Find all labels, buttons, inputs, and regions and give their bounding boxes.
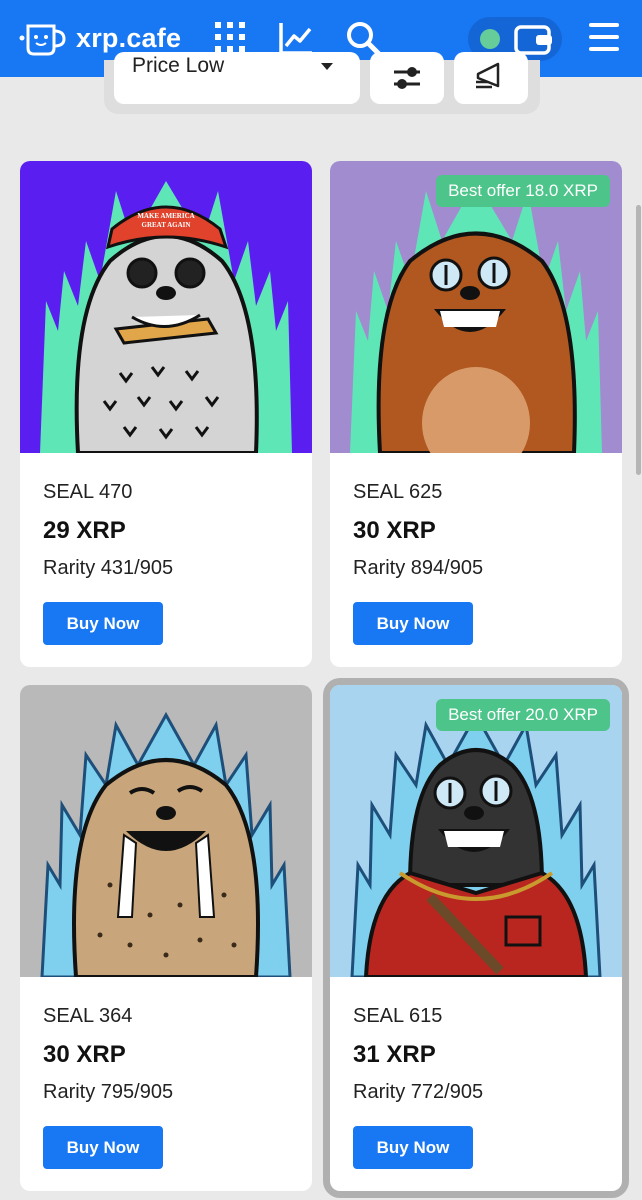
hat-text-line-2: GREAT AGAIN [142,221,191,229]
wallet-icon [514,25,552,55]
nft-rarity: Rarity 431/905 [43,557,174,579]
seal-in-red-jacket-image[interactable]: Best offer 20.0 XRP [330,685,622,977]
hat-text-line-1: MAKE AMERICA [137,212,194,220]
seal-with-red-cap-image[interactable]: MAKE AMERICA GREAT AGAIN [20,161,312,453]
sort-select-value: Price Low [132,54,225,77]
buy-now-button[interactable]: Buy Now [43,1126,163,1169]
nft-card-selected[interactable]: Best offer 20.0 XRP SEAL 615 31 XRP Rari… [330,685,622,1191]
filters-button[interactable] [370,52,444,104]
nft-price: 29 XRP [43,517,126,544]
filter-bar: Price Low [104,52,540,114]
nft-card[interactable]: MAKE AMERICA GREAT AGAIN SEAL 470 29 XRP… [20,161,312,667]
nft-card[interactable]: Best offer 18.0 XRP SEAL 625 30 XRP Rari… [330,161,622,667]
buy-now-button[interactable]: Buy Now [353,1126,473,1169]
cup-icon [19,24,66,56]
buy-now-button[interactable]: Buy Now [353,602,473,645]
nft-price: 30 XRP [353,517,436,544]
menu-icon[interactable] [588,22,620,52]
nft-price: 30 XRP [43,1041,126,1068]
nft-card[interactable]: SEAL 364 30 XRP Rarity 795/905 Buy Now [20,685,312,1191]
status-dot-icon [480,29,500,49]
buy-now-button[interactable]: Buy Now [43,602,163,645]
page-scrollbar[interactable] [636,205,641,475]
nft-rarity: Rarity 795/905 [43,1081,174,1103]
nft-name: SEAL 615 [353,1005,443,1027]
nft-name: SEAL 625 [353,481,443,503]
nft-rarity: Rarity 894/905 [353,557,484,579]
chart-icon[interactable] [278,20,314,56]
announce-button[interactable] [454,52,528,104]
best-offer-badge: Best offer 18.0 XRP [436,175,610,207]
sliders-icon [394,67,420,89]
nft-rarity: Rarity 772/905 [353,1081,484,1103]
nft-price: 31 XRP [353,1041,436,1068]
nft-name: SEAL 470 [43,481,133,503]
chevron-down-icon [321,63,333,70]
logo-text: xrp.cafe [76,22,182,53]
best-offer-badge: Best offer 20.0 XRP [436,699,610,731]
brown-seal-image[interactable]: Best offer 18.0 XRP [330,161,622,453]
megaphone-icon [476,62,500,89]
grid-icon[interactable] [214,21,246,53]
sort-select[interactable]: Price Low [114,52,360,104]
nft-name: SEAL 364 [43,1005,133,1027]
walrus-image[interactable] [20,685,312,977]
